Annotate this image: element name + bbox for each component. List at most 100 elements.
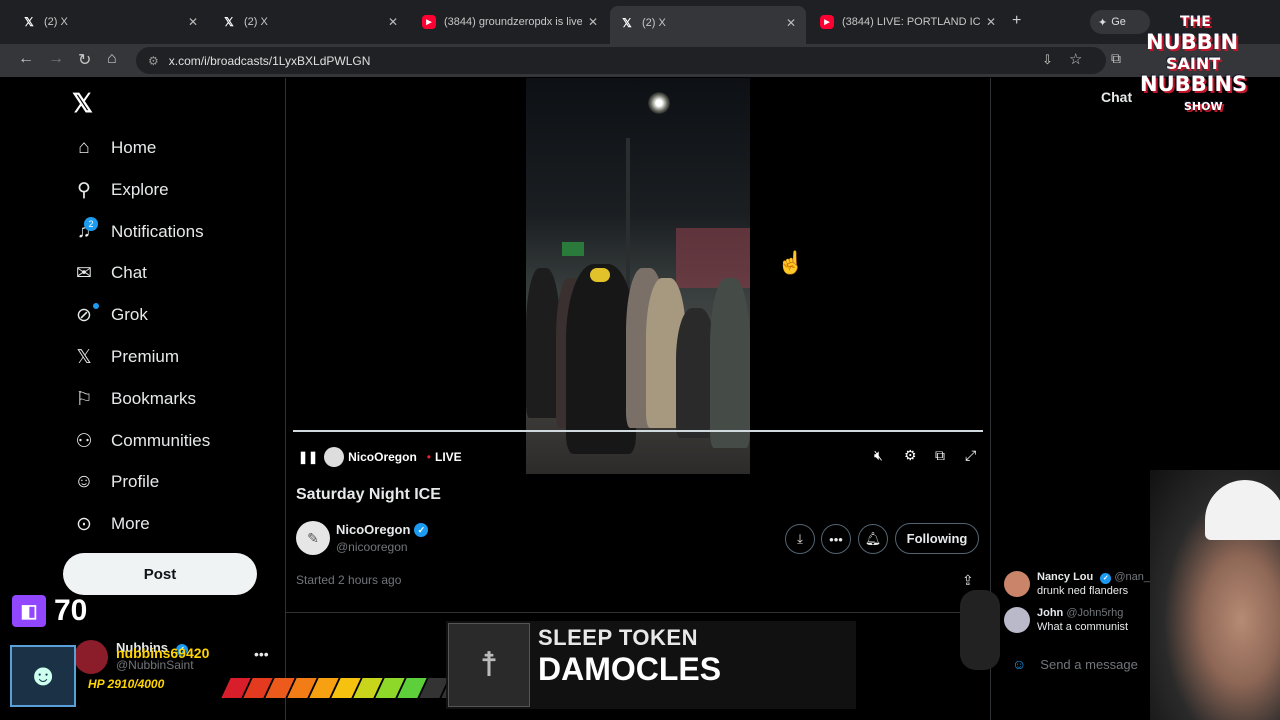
tab-title: (2) X bbox=[244, 16, 268, 28]
nav-label: More bbox=[111, 514, 150, 533]
settings-gear-icon[interactable]: ⚙ bbox=[904, 447, 917, 464]
nav-item-bookmarks[interactable]: ⚐ Bookmarks bbox=[72, 381, 196, 417]
broadcast-video[interactable] bbox=[526, 78, 750, 474]
close-icon[interactable]: ✕ bbox=[388, 15, 398, 29]
x-logo-icon: 𝕏 bbox=[24, 15, 34, 29]
show-logo: THE NUBBIN SAINT NUBBINS SHOW bbox=[1128, 8, 1276, 120]
microphone bbox=[960, 590, 1000, 670]
host-name-small[interactable]: NicoOregon bbox=[348, 450, 417, 464]
pause-icon[interactable]: ❚❚ bbox=[298, 450, 318, 464]
chat-name[interactable]: Nancy Lou bbox=[1037, 571, 1093, 583]
close-icon[interactable]: ✕ bbox=[188, 15, 198, 29]
fullscreen-icon[interactable]: ⤢ bbox=[965, 447, 976, 464]
emoji-icon[interactable]: ☺ bbox=[1012, 656, 1026, 672]
ellipsis-icon: ••• bbox=[829, 531, 843, 547]
video-progress-bar[interactable] bbox=[293, 430, 983, 432]
send-message-field[interactable]: ☺ Send a message bbox=[1004, 650, 1164, 678]
picture-in-picture-icon[interactable]: ⧉ bbox=[935, 447, 945, 464]
ellipsis-icon[interactable]: ••• bbox=[254, 646, 269, 662]
gamertag: nubbins69420 bbox=[116, 645, 210, 661]
extensions-icon[interactable]: ⧉ bbox=[1111, 50, 1121, 67]
hp-text: HP 2910/4000 bbox=[88, 677, 165, 691]
install-app-icon[interactable]: ⇩ bbox=[1042, 52, 1053, 68]
nav-item-profile[interactable]: ☺ Profile bbox=[72, 464, 159, 500]
address-bar[interactable]: ⚙ x.com/i/broadcasts/1LyxBXLdPWLGN bbox=[136, 47, 1106, 74]
mute-icon[interactable]: 🔇︎ bbox=[874, 447, 883, 464]
host-avatar-small bbox=[324, 447, 345, 467]
viewer-count: 70 bbox=[54, 594, 88, 627]
home-browser-icon[interactable]: ⌂ bbox=[107, 50, 117, 68]
star-icon[interactable]: ☆ bbox=[1069, 50, 1082, 68]
live-label: LIVE bbox=[434, 450, 462, 464]
browser-tab-bar: 𝕏 (2) X ✕ 𝕏 (2) X ✕ ▶ (3844) groundzerop… bbox=[0, 0, 1280, 44]
chat-name[interactable]: John bbox=[1037, 607, 1063, 619]
broadcast-title: Saturday Night ICE bbox=[296, 486, 441, 503]
browser-tab-5[interactable]: ▶ (3844) LIVE: PORTLAND ICE PRO ✕ bbox=[810, 8, 1006, 36]
song-title: DAMOCLES bbox=[538, 651, 722, 687]
share-icon[interactable]: ⇪ bbox=[962, 572, 974, 589]
browser-tab-4-active[interactable]: 𝕏 (2) X ✕ bbox=[610, 6, 806, 44]
forward-arrow-icon[interactable]: → bbox=[48, 50, 64, 68]
twitch-viewer-count: ◧ 70 bbox=[12, 594, 87, 628]
close-icon[interactable]: ✕ bbox=[588, 15, 598, 29]
nav-label: Notifications bbox=[111, 222, 204, 241]
video-controls-left: ❚❚ NicoOregon • LIVE bbox=[298, 447, 462, 467]
send-placeholder: Send a message bbox=[1040, 656, 1138, 672]
reload-icon[interactable]: ↻ bbox=[78, 50, 91, 70]
close-icon[interactable]: ✕ bbox=[786, 16, 796, 30]
nav-label: Grok bbox=[111, 305, 148, 324]
post-button[interactable]: Post bbox=[63, 553, 257, 595]
twitch-icon: ◧ bbox=[12, 595, 46, 627]
song-artist: SLEEP TOKEN bbox=[538, 625, 698, 650]
streetlight bbox=[648, 92, 670, 114]
home-icon: ⌂ bbox=[78, 137, 90, 158]
x-home-logo-icon[interactable]: 𝕏 bbox=[72, 88, 93, 119]
nav-label: Profile bbox=[111, 472, 160, 491]
browser-tab-2[interactable]: 𝕏 (2) X ✕ bbox=[212, 8, 408, 36]
youtube-icon: ▶ bbox=[422, 15, 436, 29]
chat-avatar[interactable] bbox=[1004, 607, 1030, 633]
account-avatar bbox=[74, 640, 108, 674]
x-logo-icon: 𝕏 bbox=[224, 15, 234, 29]
tab-title: (2) X bbox=[642, 17, 666, 29]
more-options-button[interactable]: ••• bbox=[821, 524, 851, 554]
browser-tab-3[interactable]: ▶ (3844) groundzeropdx is live! Sa ✕ bbox=[412, 8, 608, 36]
verified-badge-icon: ✓ bbox=[414, 522, 429, 537]
tab-title: (3844) LIVE: PORTLAND ICE PRO bbox=[842, 16, 980, 28]
road-sign bbox=[562, 242, 584, 256]
site-info-icon[interactable]: ⚙ bbox=[148, 54, 159, 68]
mouse-cursor-icon: ☝ bbox=[777, 250, 805, 275]
now-playing-panel: ☨ SLEEP TOKEN DAMOCLES bbox=[446, 621, 856, 709]
notify-button[interactable]: 🔔︎ bbox=[858, 524, 888, 554]
chat-avatar[interactable] bbox=[1004, 571, 1030, 597]
logo-text-line: SAINT bbox=[1166, 54, 1221, 73]
host-handle[interactable]: @nicooregon bbox=[336, 540, 408, 554]
live-dot-icon: • bbox=[426, 450, 431, 464]
back-arrow-icon[interactable]: ← bbox=[18, 50, 34, 68]
tab-title: (3844) groundzeropdx is live! Sa bbox=[444, 16, 582, 28]
more-circle-icon: ⊙ bbox=[76, 513, 92, 535]
following-button[interactable]: Following bbox=[895, 523, 979, 554]
host-name[interactable]: NicoOregon ✓ bbox=[336, 522, 429, 537]
logo-text-line: NUBBINS bbox=[1140, 72, 1248, 96]
host-name-text: NicoOregon bbox=[336, 522, 411, 537]
nav-item-chat[interactable]: ✉ Chat bbox=[72, 255, 147, 291]
nav-item-communities[interactable]: ⚇ Communities bbox=[72, 423, 210, 459]
nav-item-premium[interactable]: 𝕏 Premium bbox=[72, 339, 179, 375]
browser-tab-1[interactable]: 𝕏 (2) X ✕ bbox=[12, 8, 208, 36]
crowd bbox=[526, 258, 750, 458]
logo-text-line: NUBBIN bbox=[1146, 30, 1239, 54]
new-tab-icon[interactable]: + bbox=[1012, 12, 1021, 30]
section-divider bbox=[286, 612, 990, 613]
close-icon[interactable]: ✕ bbox=[986, 15, 996, 29]
nav-item-explore[interactable]: ⚲ Explore bbox=[72, 172, 169, 208]
x-logo-icon: 𝕏 bbox=[622, 16, 632, 30]
nav-item-grok[interactable]: ⊘ Grok bbox=[72, 297, 148, 333]
verified-badge-icon: ✓ bbox=[1100, 573, 1112, 584]
nav-label: Communities bbox=[111, 431, 211, 450]
youtube-icon: ▶ bbox=[820, 15, 834, 29]
nav-item-home[interactable]: ⌂ Home bbox=[72, 130, 156, 166]
host-avatar[interactable]: ✎ bbox=[296, 521, 330, 555]
nav-item-more[interactable]: ⊙ More bbox=[72, 506, 150, 542]
minimize-broadcast-button[interactable]: ⤓ bbox=[785, 524, 815, 554]
